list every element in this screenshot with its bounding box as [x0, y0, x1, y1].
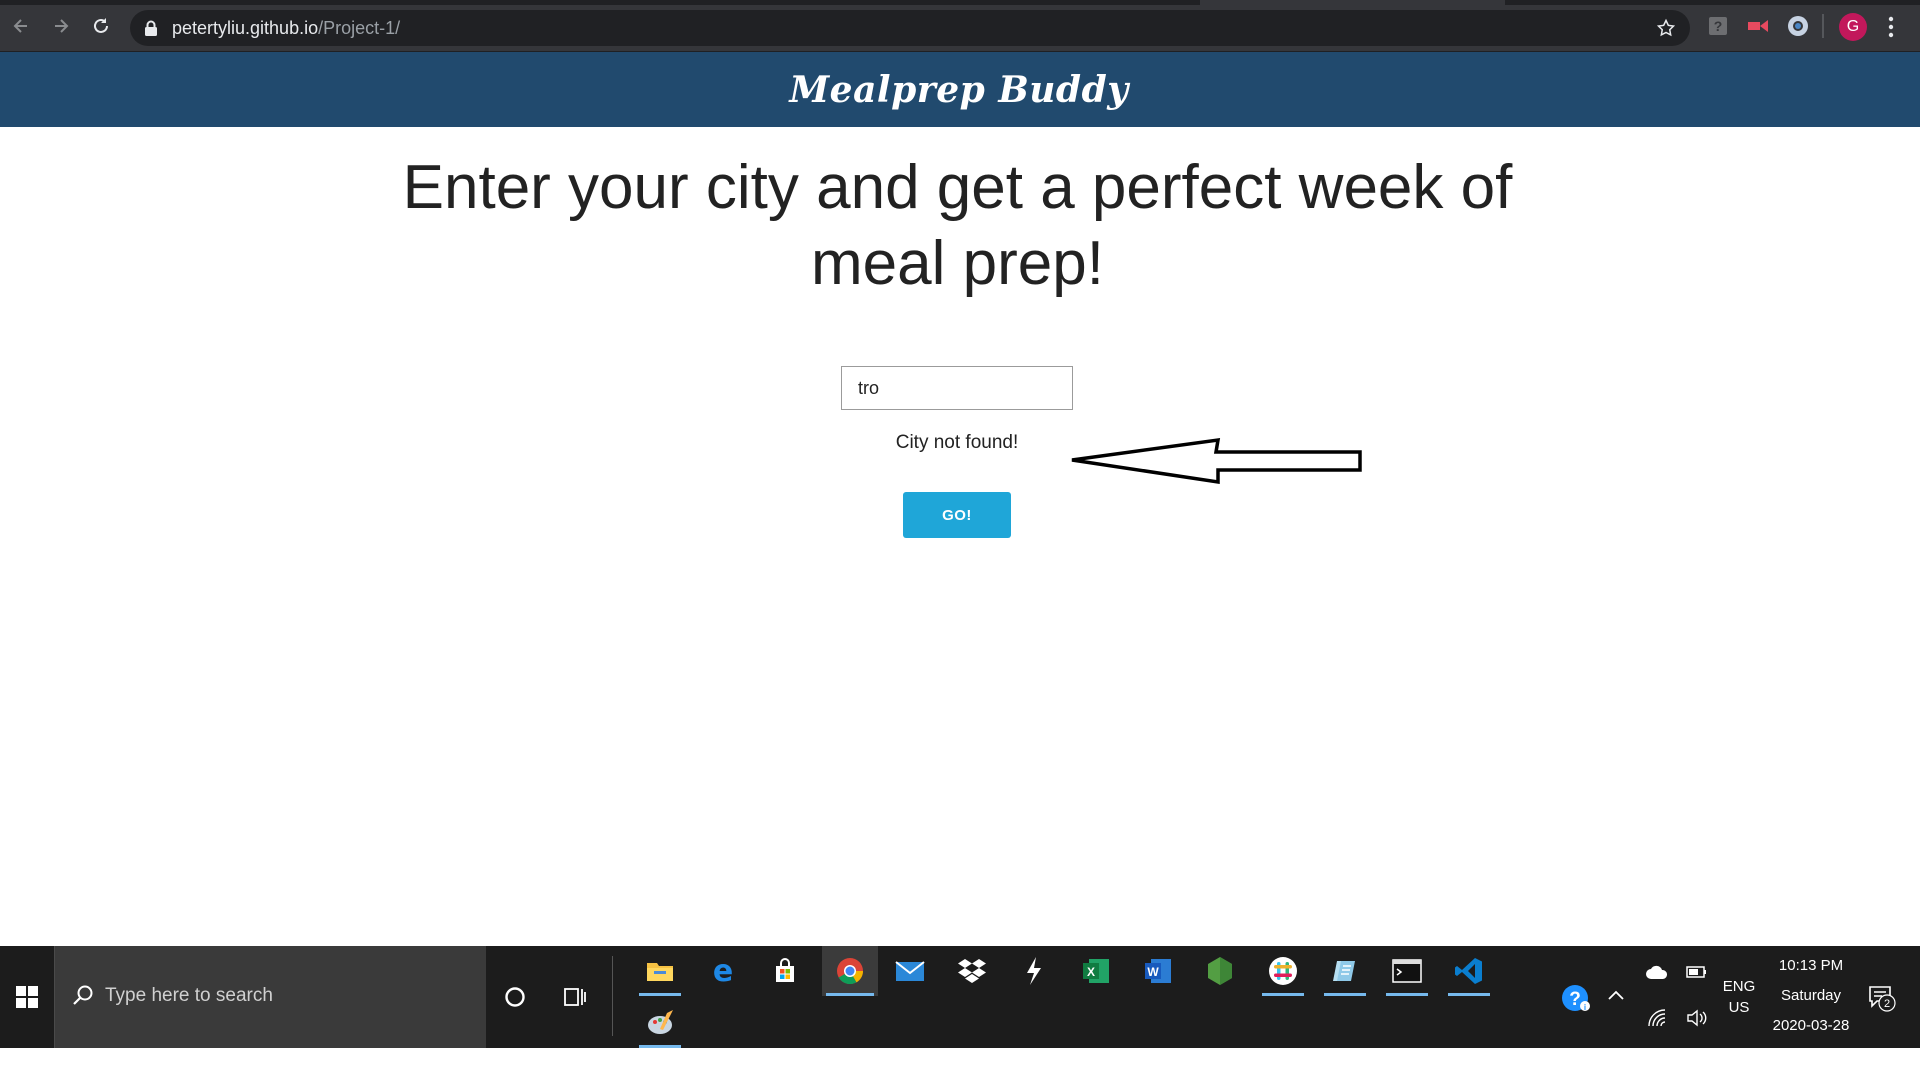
input-language-line2[interactable]: US [1722, 999, 1756, 1016]
toolbar-divider [1822, 14, 1824, 38]
svg-text:2: 2 [1884, 998, 1890, 1010]
vscode-taskbar-icon[interactable] [1444, 946, 1494, 996]
clock-time[interactable]: 10:13 PM [1766, 957, 1856, 974]
go-button[interactable]: GO! [903, 492, 1011, 538]
help-tray-icon[interactable]: ? i [1558, 980, 1594, 1016]
site-header: Mealprep Buddy [0, 52, 1920, 127]
paint-taskbar-icon[interactable] [635, 998, 685, 1048]
svg-text:W: W [1147, 965, 1159, 979]
screen-margin [0, 1048, 1920, 1080]
clock-day[interactable]: Saturday [1766, 987, 1856, 1004]
word-taskbar-icon[interactable]: W [1133, 946, 1183, 996]
excel-taskbar-icon[interactable]: X [1071, 946, 1121, 996]
reload-icon [94, 18, 108, 33]
battery-icon[interactable] [1684, 962, 1710, 982]
task-view-icon [564, 988, 586, 1006]
nodejs-taskbar-icon[interactable] [1195, 946, 1245, 996]
page-headline: Enter your city and get a perfect week o… [402, 153, 1513, 298]
clock-date[interactable]: 2020-03-28 [1766, 1017, 1856, 1034]
file-explorer-taskbar-icon[interactable] [635, 946, 685, 996]
input-language-line1[interactable]: ENG [1722, 978, 1756, 995]
show-hidden-icons-chevron-icon[interactable] [1605, 984, 1627, 1006]
extension-help-icon[interactable]: ? [1706, 14, 1730, 38]
browser-toolbar: petertyliu.github.io/Project-1/ ? G [0, 0, 1920, 52]
bookmark-star-icon[interactable] [1656, 18, 1676, 38]
search-icon [73, 985, 93, 1005]
slack-taskbar-icon[interactable] [1258, 946, 1308, 996]
notification-count-badge: 2 [1878, 994, 1896, 1017]
store-taskbar-icon[interactable] [760, 946, 810, 996]
url-host: petertyliu.github.io [172, 18, 319, 38]
wifi-icon[interactable] [1644, 1006, 1670, 1030]
tab-strip [0, 0, 1920, 5]
chrome-menu-icon[interactable] [1884, 14, 1898, 40]
city-not-found-message: City not found! [895, 432, 1019, 453]
forward-arrow-icon [55, 19, 69, 33]
back-arrow-icon [13, 19, 27, 33]
onedrive-cloud-icon[interactable] [1644, 962, 1670, 982]
taskbar-search-box[interactable]: Type here to search [54, 946, 486, 1048]
address-bar[interactable]: petertyliu.github.io/Project-1/ [130, 10, 1690, 46]
svg-text:X: X [1087, 965, 1095, 979]
dropbox-taskbar-icon[interactable] [947, 946, 997, 996]
forward-button[interactable] [48, 13, 74, 39]
svg-text:?: ? [1569, 989, 1581, 1010]
url-path: /Project-1/ [318, 18, 401, 38]
volume-icon[interactable] [1684, 1006, 1710, 1030]
cortana-button[interactable] [490, 972, 540, 1022]
profile-avatar[interactable]: G [1839, 13, 1867, 41]
annotation-arrow-icon [1071, 437, 1362, 485]
svg-text:i: i [1584, 1003, 1586, 1012]
back-button[interactable] [8, 13, 34, 39]
start-button[interactable] [0, 946, 54, 1048]
mail-taskbar-icon[interactable] [885, 946, 935, 996]
git-bash-taskbar-icon[interactable] [1009, 946, 1059, 996]
svg-text:e: e [713, 957, 733, 985]
extension-video-icon[interactable] [1746, 14, 1770, 38]
extension-circle-icon[interactable] [1786, 14, 1810, 38]
windows-taskbar: Type here to search e X W ? i ENG US 10:… [0, 946, 1920, 1048]
brand-logo[interactable]: Mealprep Buddy [789, 69, 1128, 111]
lock-icon [145, 20, 157, 36]
city-input[interactable] [841, 366, 1073, 410]
windows-logo-icon [16, 986, 38, 1008]
search-placeholder: Type here to search [105, 985, 273, 1006]
edge-taskbar-icon[interactable]: e [698, 946, 748, 996]
terminal-taskbar-icon[interactable] [1382, 946, 1432, 996]
task-view-button[interactable] [550, 972, 600, 1022]
svg-text:?: ? [1714, 18, 1723, 34]
notepad-taskbar-icon[interactable] [1320, 946, 1370, 996]
url-text: petertyliu.github.io/Project-1/ [172, 18, 400, 38]
cortana-circle-icon [505, 987, 525, 1007]
chrome-taskbar-icon[interactable] [822, 946, 878, 996]
taskbar-separator [612, 956, 613, 1036]
reload-button[interactable] [88, 13, 114, 39]
